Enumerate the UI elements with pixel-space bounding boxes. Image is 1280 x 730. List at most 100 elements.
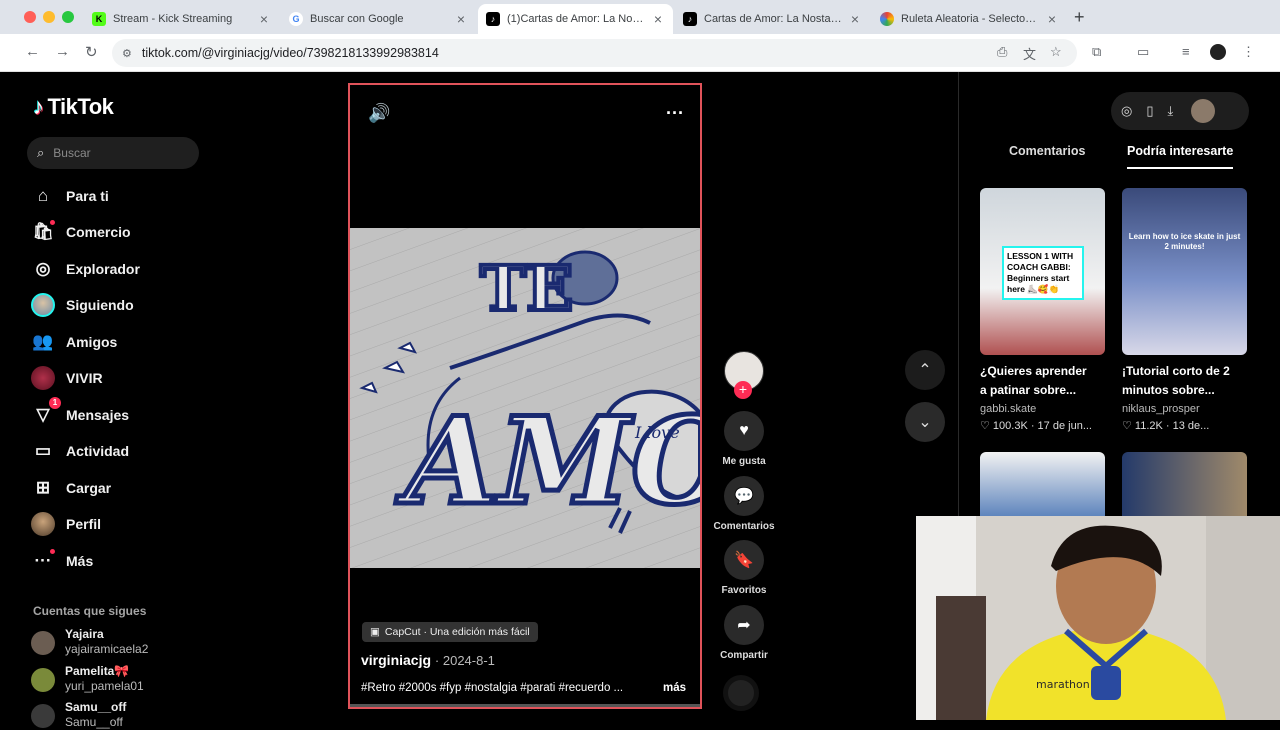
close-tab-icon[interactable]: ×: [651, 11, 665, 27]
tab-comentarios[interactable]: Comentarios: [1009, 144, 1085, 158]
heart-icon: ♥: [724, 411, 764, 451]
following-account-pamelita[interactable]: Pamelita🎀 yuri_pamela01: [31, 664, 144, 694]
recommended-video-user[interactable]: niklaus_prosper: [1122, 403, 1200, 415]
maximize-window-button[interactable]: [62, 11, 74, 23]
search-input[interactable]: ⌕ Buscar: [27, 137, 199, 169]
close-tab-icon[interactable]: ×: [257, 11, 271, 27]
following-account-samu[interactable]: Samu__off Samu__off: [31, 700, 126, 730]
shop-icon: 🛍: [32, 220, 55, 241]
music-disc-icon[interactable]: [723, 675, 759, 711]
comment-icon: 💬: [724, 476, 764, 516]
nav-siguiendo[interactable]: Siguiendo: [31, 290, 134, 320]
browser-tab-tiktok-active[interactable]: ♪ (1)Cartas de Amor: La Nostalgia ×: [478, 4, 673, 34]
nav-mensajes[interactable]: ▽ 1 Mensajes: [31, 397, 129, 430]
notification-dot: [50, 220, 55, 225]
next-video-button[interactable]: ⌄: [905, 402, 945, 442]
forward-icon[interactable]: →: [55, 43, 70, 60]
follow-plus-button[interactable]: +: [734, 381, 752, 399]
close-tab-icon[interactable]: ×: [848, 11, 862, 27]
home-icon: ⌂: [37, 186, 49, 205]
following-account-yajaira[interactable]: Yajaira yajairamicaela2: [31, 627, 148, 657]
upload-icon: ⊞: [35, 478, 51, 497]
video-date: · 2024-8-1: [434, 653, 495, 668]
reload-icon[interactable]: ↻: [85, 43, 98, 61]
recommended-video-meta: ♡ 100.3K · 17 de jun...: [980, 420, 1092, 432]
caption-more-button[interactable]: más: [663, 682, 686, 694]
video-frame-drawing: TE AMO I love: [350, 228, 700, 568]
browser-tab-google[interactable]: G Buscar con Google ×: [281, 4, 476, 34]
previous-video-button[interactable]: ⌃: [905, 350, 945, 390]
install-app-icon[interactable]: ⎙: [997, 44, 1007, 60]
activity-icon: ▭: [34, 441, 52, 460]
video-author[interactable]: virginiacjg · 2024-8-1: [361, 652, 495, 668]
recommended-video-thumbnail[interactable]: LESSON 1 WITH COACH GABBI: Beginners sta…: [980, 188, 1105, 355]
recommended-video-user[interactable]: gabbi.skate: [980, 403, 1036, 415]
recommended-video-thumbnail[interactable]: Learn how to ice skate in just 2 minutes…: [1122, 188, 1247, 355]
svg-text:marathon: marathon: [1036, 678, 1090, 691]
extensions-icon[interactable]: ⧉: [1092, 44, 1101, 60]
device-icon[interactable]: ▯: [1146, 103, 1153, 119]
nav-explorador[interactable]: ◎ Explorador: [31, 254, 140, 284]
right-toolbar: ◎ ▯ ⤓: [1111, 92, 1249, 130]
more-options-icon[interactable]: ···: [666, 103, 684, 124]
url-text: tiktok.com/@virginiacjg/video/7398218133…: [141, 46, 439, 60]
nav-para-ti[interactable]: ⌂ Para ti: [31, 181, 109, 211]
avatar: [31, 668, 55, 692]
tiktok-note-icon: ♪: [33, 94, 44, 119]
tab-search-icon[interactable]: ▭: [1137, 44, 1149, 60]
browser-tab-ruleta[interactable]: Ruleta Aleatoria - Selector Pe ×: [872, 4, 1067, 34]
google-icon: G: [289, 12, 303, 26]
browser-profile-avatar[interactable]: [1210, 44, 1226, 60]
nav-perfil[interactable]: Perfil: [31, 509, 101, 539]
notification-dot: [50, 549, 55, 554]
address-bar[interactable]: ⚙ tiktok.com/@virginiacjg/video/73982181…: [112, 39, 1077, 67]
nav-comercio[interactable]: 🛍 Comercio: [31, 217, 131, 247]
love-drawing-image: TE AMO I love: [350, 228, 700, 568]
new-tab-button[interactable]: +: [1074, 7, 1085, 28]
like-button[interactable]: ♥ Me gusta: [704, 411, 784, 467]
compass-icon[interactable]: ◎: [1121, 103, 1132, 119]
download-icon[interactable]: ⤓: [1168, 103, 1174, 119]
browser-menu-icon[interactable]: ⋮: [1242, 44, 1255, 60]
recommended-video-title[interactable]: ¿Quieres aprender a patinar sobre...: [980, 362, 1105, 400]
favorites-button[interactable]: 🔖 Favoritos: [704, 540, 784, 596]
profile-avatar-icon: [31, 512, 55, 536]
browser-tab-tiktok[interactable]: ♪ Cartas de Amor: La Nostalgia ×: [675, 4, 870, 34]
volume-icon[interactable]: 🔊: [368, 103, 390, 124]
close-tab-icon[interactable]: ×: [1045, 11, 1059, 27]
comments-button[interactable]: 💬 Comentarios: [704, 476, 784, 532]
avatar: [31, 631, 55, 655]
close-tab-icon[interactable]: ×: [454, 11, 468, 27]
share-button[interactable]: ➦ Compartir: [704, 605, 784, 661]
bookmark-star-icon[interactable]: ☆: [1050, 44, 1062, 60]
translate-icon[interactable]: 文: [1023, 44, 1036, 63]
chevron-up-icon: ⌃: [918, 362, 932, 379]
capcut-tag[interactable]: ▣ CapCut · Una edición más fácil: [362, 622, 538, 642]
user-avatar[interactable]: [1191, 99, 1216, 123]
nav-cargar[interactable]: ⊞ Cargar: [31, 473, 111, 503]
media-control-icon[interactable]: ≡: [1182, 44, 1190, 59]
site-info-icon[interactable]: ⚙: [122, 47, 132, 60]
recommended-video-meta: ♡ 11.2K · 13 de...: [1122, 420, 1210, 432]
nav-vivir[interactable]: VIVIR: [31, 363, 103, 393]
video-progress-bar[interactable]: [350, 704, 700, 707]
drawing-text-te: TE: [480, 252, 573, 325]
video-player[interactable]: 🔊 ··· TE AMO I love: [348, 83, 702, 709]
nav-amigos[interactable]: 👥 Amigos: [31, 327, 117, 357]
close-window-button[interactable]: [24, 11, 36, 23]
compass-icon: ◎: [35, 259, 51, 278]
recommended-video-title[interactable]: ¡Tutorial corto de 2 minutos sobre...: [1122, 362, 1247, 400]
streamer-webcam-image: marathon: [916, 516, 1280, 720]
thumbnail-overlay-text: LESSON 1 WITH COACH GABBI: Beginners sta…: [1002, 246, 1084, 300]
capcut-icon: ▣: [370, 626, 380, 638]
nav-actividad[interactable]: ▭ Actividad: [31, 436, 129, 466]
drawing-text-i-love: I love: [634, 423, 680, 442]
back-icon[interactable]: ←: [25, 43, 40, 60]
nav-mas[interactable]: ··· Más: [31, 546, 93, 576]
tab-podria-interesarte[interactable]: Podría interesarte: [1127, 144, 1233, 158]
tiktok-logo[interactable]: ♪ TikTok: [33, 94, 114, 120]
thumbnail-overlay-text: Learn how to ice skate in just 2 minutes…: [1128, 232, 1241, 251]
friends-icon: 👥: [32, 332, 54, 351]
browser-tab-kick[interactable]: K Stream - Kick Streaming ×: [84, 4, 279, 34]
minimize-window-button[interactable]: [43, 11, 55, 23]
